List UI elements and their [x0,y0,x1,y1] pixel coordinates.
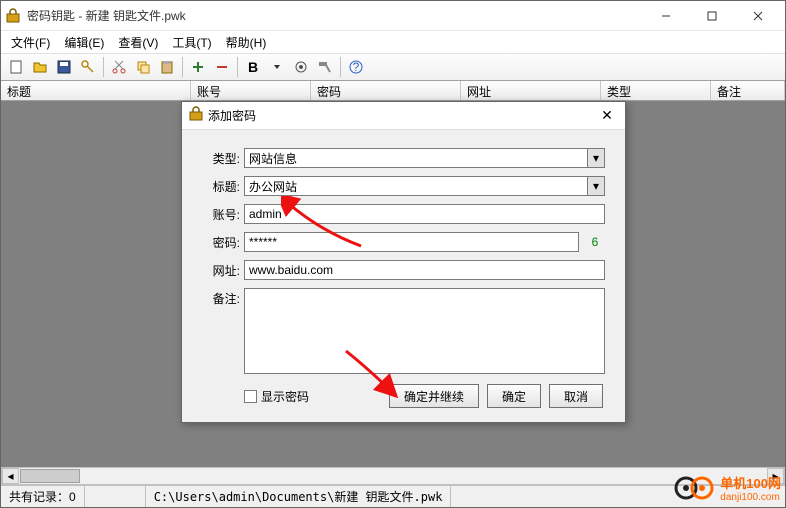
help-icon[interactable]: ? [345,56,367,78]
label-type: 类型: [202,150,240,167]
cut-icon[interactable] [108,56,130,78]
status-records-count: 0 [69,490,76,504]
title-combo-value: 办公网站 [249,178,297,195]
password-length: 6 [585,235,605,249]
toolbar-separator [182,57,183,77]
remark-textarea[interactable] [244,288,605,374]
watermark-name: 单机100网 [720,473,781,492]
settings-icon[interactable] [290,56,312,78]
dialog-icon [188,106,204,125]
col-type[interactable]: 类型 [601,81,711,100]
scrollbar-thumb[interactable] [20,469,80,483]
password-input[interactable]: ****** [244,232,579,252]
dialog-title: 添加密码 [208,107,595,124]
add-icon[interactable] [187,56,209,78]
menu-file[interactable]: 文件(F) [5,32,56,53]
label-url: 网址: [202,262,240,279]
title-combo[interactable]: 办公网站 ▾ [244,176,605,196]
dropdown-icon[interactable] [266,56,288,78]
new-file-icon[interactable] [5,56,27,78]
cancel-button[interactable]: 取消 [549,384,603,408]
col-url[interactable]: 网址 [461,81,601,100]
menu-view[interactable]: 查看(V) [112,32,164,53]
toolbar: B ? [1,53,785,81]
status-records: 共有记录： 0 [1,486,85,507]
chevron-down-icon[interactable]: ▾ [587,177,604,195]
password-value: ****** [249,235,277,249]
svg-text:?: ? [353,60,360,74]
status-records-label: 共有记录： [9,488,69,505]
col-remark[interactable]: 备注 [711,81,785,100]
paste-icon[interactable] [156,56,178,78]
label-title: 标题: [202,178,240,195]
close-button[interactable] [735,1,781,31]
dialog-body: 类型: 网站信息 ▾ 标题: 办公网站 ▾ 账号: admin 密码: ****… [182,130,625,422]
horizontal-scrollbar[interactable]: ◂ ▸ [1,467,785,485]
title-bar: 密码钥匙 - 新建 钥匙文件.pwk [1,1,785,31]
maximize-button[interactable] [689,1,735,31]
menu-bar: 文件(F) 编辑(E) 查看(V) 工具(T) 帮助(H) [1,31,785,53]
col-password[interactable]: 密码 [311,81,461,100]
add-password-dialog: 添加密码 ✕ 类型: 网站信息 ▾ 标题: 办公网站 ▾ 账号: admin 密… [181,101,626,423]
copy-icon[interactable] [132,56,154,78]
status-bar: 共有记录： 0 C:\Users\admin\Documents\新建 钥匙文件… [1,485,785,507]
type-combo[interactable]: 网站信息 ▾ [244,148,605,168]
url-value: www.baidu.com [249,263,333,277]
watermark-url: danji100.com [720,492,781,503]
account-value: admin [249,207,282,221]
col-account[interactable]: 账号 [191,81,311,100]
type-combo-value: 网站信息 [249,150,297,167]
label-account: 账号: [202,206,240,223]
save-file-icon[interactable] [53,56,75,78]
bold-icon[interactable]: B [242,56,264,78]
menu-help[interactable]: 帮助(H) [220,32,273,53]
url-input[interactable]: www.baidu.com [244,260,605,280]
show-password-label: 显示密码 [261,388,309,405]
ok-continue-button[interactable]: 确定并继续 [389,384,479,408]
column-headers: 标题 账号 密码 网址 类型 备注 [1,81,785,101]
toolbar-separator [237,57,238,77]
account-input[interactable]: admin [244,204,605,224]
window-title: 密码钥匙 - 新建 钥匙文件.pwk [27,7,643,24]
show-password-checkbox[interactable]: 显示密码 [244,388,309,405]
watermark: 单机100网 danji100.com [674,473,781,503]
toolbar-separator [340,57,341,77]
open-file-icon[interactable] [29,56,51,78]
menu-edit[interactable]: 编辑(E) [58,32,110,53]
menu-tools[interactable]: 工具(T) [166,32,217,53]
minimize-button[interactable] [643,1,689,31]
scroll-left-icon[interactable]: ◂ [2,468,19,484]
label-remark: 备注: [202,288,240,374]
ok-button[interactable]: 确定 [487,384,541,408]
checkbox-icon[interactable] [244,390,257,403]
dialog-close-button[interactable]: ✕ [595,107,619,124]
app-icon [5,8,21,24]
dialog-title-bar: 添加密码 ✕ [182,102,625,130]
label-password: 密码: [202,234,240,251]
watermark-icon [674,473,714,503]
col-title[interactable]: 标题 [1,81,191,100]
chevron-down-icon[interactable]: ▾ [587,149,604,167]
delete-icon[interactable] [211,56,233,78]
status-path: C:\Users\admin\Documents\新建 钥匙文件.pwk [145,486,452,507]
hammer-icon[interactable] [314,56,336,78]
key-icon[interactable] [77,56,99,78]
toolbar-separator [103,57,104,77]
